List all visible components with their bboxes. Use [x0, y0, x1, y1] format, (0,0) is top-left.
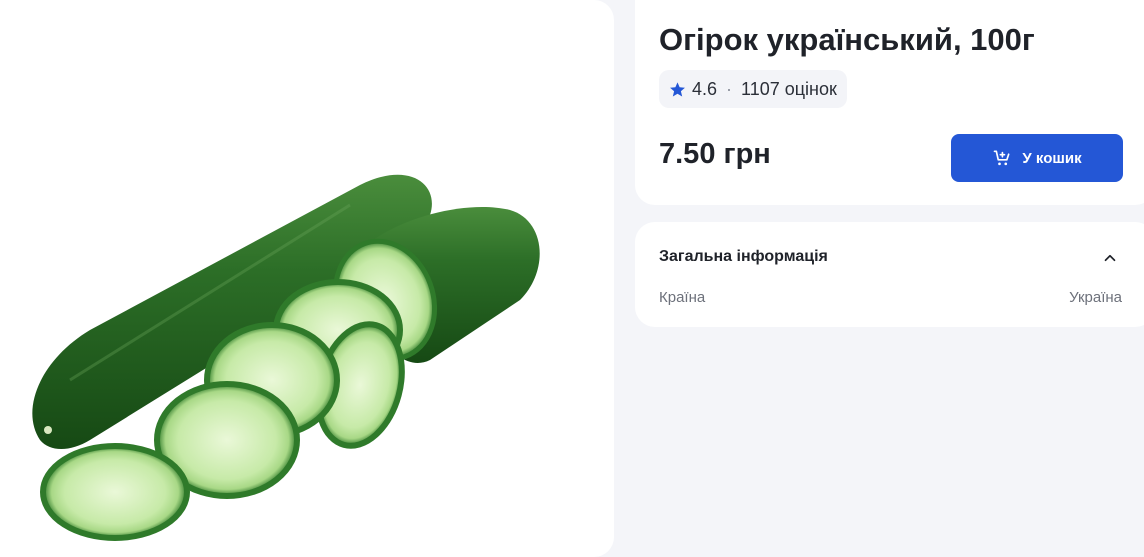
info-row-label: Країна — [659, 289, 706, 306]
add-to-cart-button[interactable]: У кошик — [951, 134, 1123, 182]
rating-count: 1107 оцінок — [741, 78, 837, 99]
rating-badge[interactable]: 4.6 · 1107 оцінок — [659, 70, 847, 108]
rating-score: 4.6 — [692, 78, 718, 99]
product-image-panel — [0, 0, 614, 557]
general-info-title: Загальна інформація — [659, 248, 828, 265]
cart-plus-icon — [994, 150, 1010, 166]
product-title: Огірок український, 100г — [659, 22, 1035, 57]
product-image — [32, 174, 540, 541]
add-to-cart-label: У кошик — [1022, 149, 1082, 167]
general-info-card: Загальна інформація Країна Україна — [635, 222, 1144, 327]
info-row-value: Україна — [1069, 289, 1122, 306]
star-icon — [670, 81, 685, 97]
product-price: 7.50 грн — [659, 138, 771, 170]
rating-separator: · — [726, 78, 733, 99]
chevron-up-icon[interactable] — [1101, 249, 1119, 267]
product-summary-card: Огірок український, 100г 4.6 · 1107 оцін… — [635, 0, 1144, 205]
